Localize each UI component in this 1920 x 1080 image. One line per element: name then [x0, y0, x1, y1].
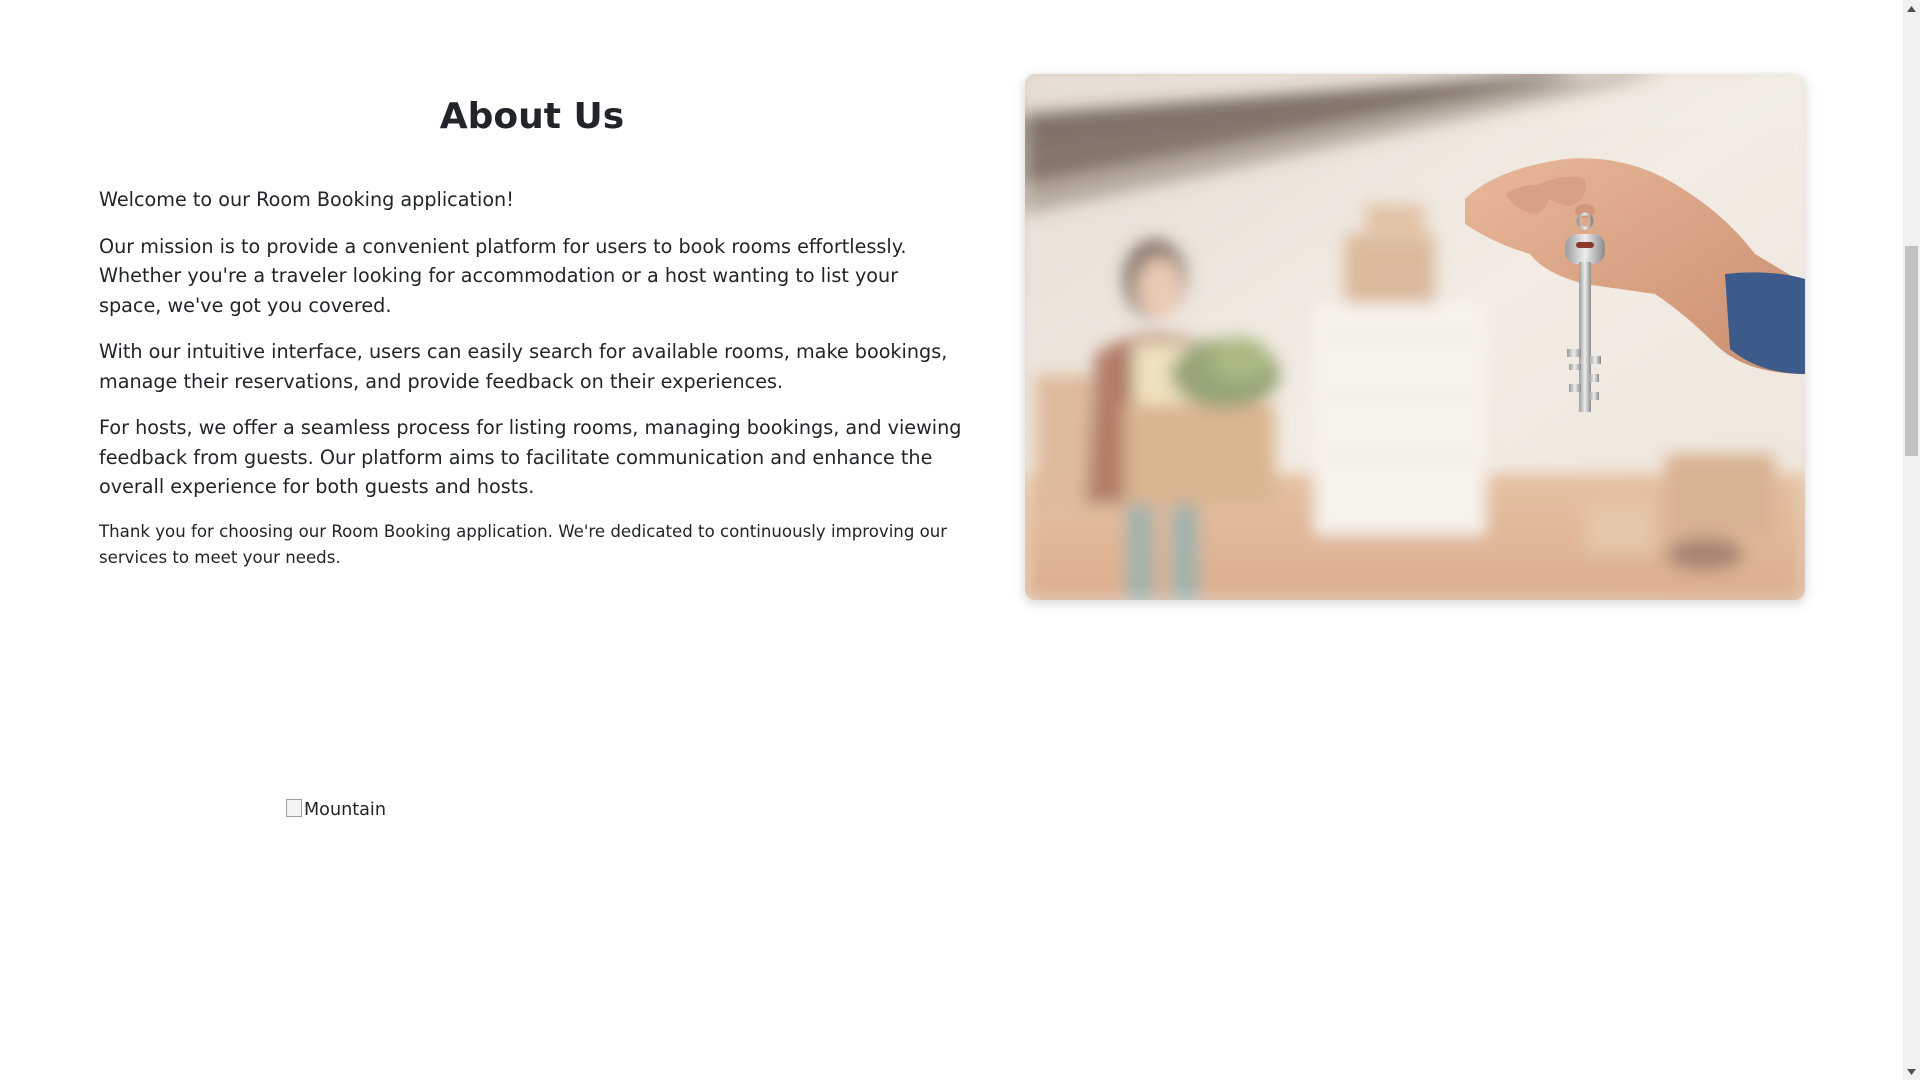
vertical-scrollbar[interactable]	[1903, 0, 1920, 1080]
about-closing-note: Thank you for choosing our Room Booking …	[99, 521, 948, 567]
hero-photo	[1025, 74, 1805, 600]
about-section: About Us Welcome to our Room Booking app…	[99, 92, 965, 588]
broken-image-alt-text: Mountain	[304, 800, 386, 820]
page-title: About Us	[439, 96, 625, 137]
about-text: Welcome to our Room Booking application!…	[99, 185, 965, 571]
scrollbar-thumb[interactable]	[1905, 246, 1918, 456]
mountain-image-broken: Mountain	[286, 799, 386, 820]
about-paragraph-hosts: For hosts, we offer a seamless process f…	[99, 416, 962, 498]
about-paragraph-features: With our intuitive interface, users can …	[99, 340, 948, 393]
keys-photo-illustration	[1025, 74, 1805, 600]
about-paragraph-mission: Our mission is to provide a convenient p…	[99, 234, 907, 317]
broken-image-icon	[286, 799, 302, 817]
scroll-down-arrow-icon[interactable]	[1903, 1063, 1920, 1080]
about-page: About Us Welcome to our Room Booking app…	[0, 0, 1920, 1080]
scroll-up-arrow-icon[interactable]	[1903, 0, 1920, 17]
about-paragraph-welcome: Welcome to our Room Booking application!	[99, 188, 514, 211]
